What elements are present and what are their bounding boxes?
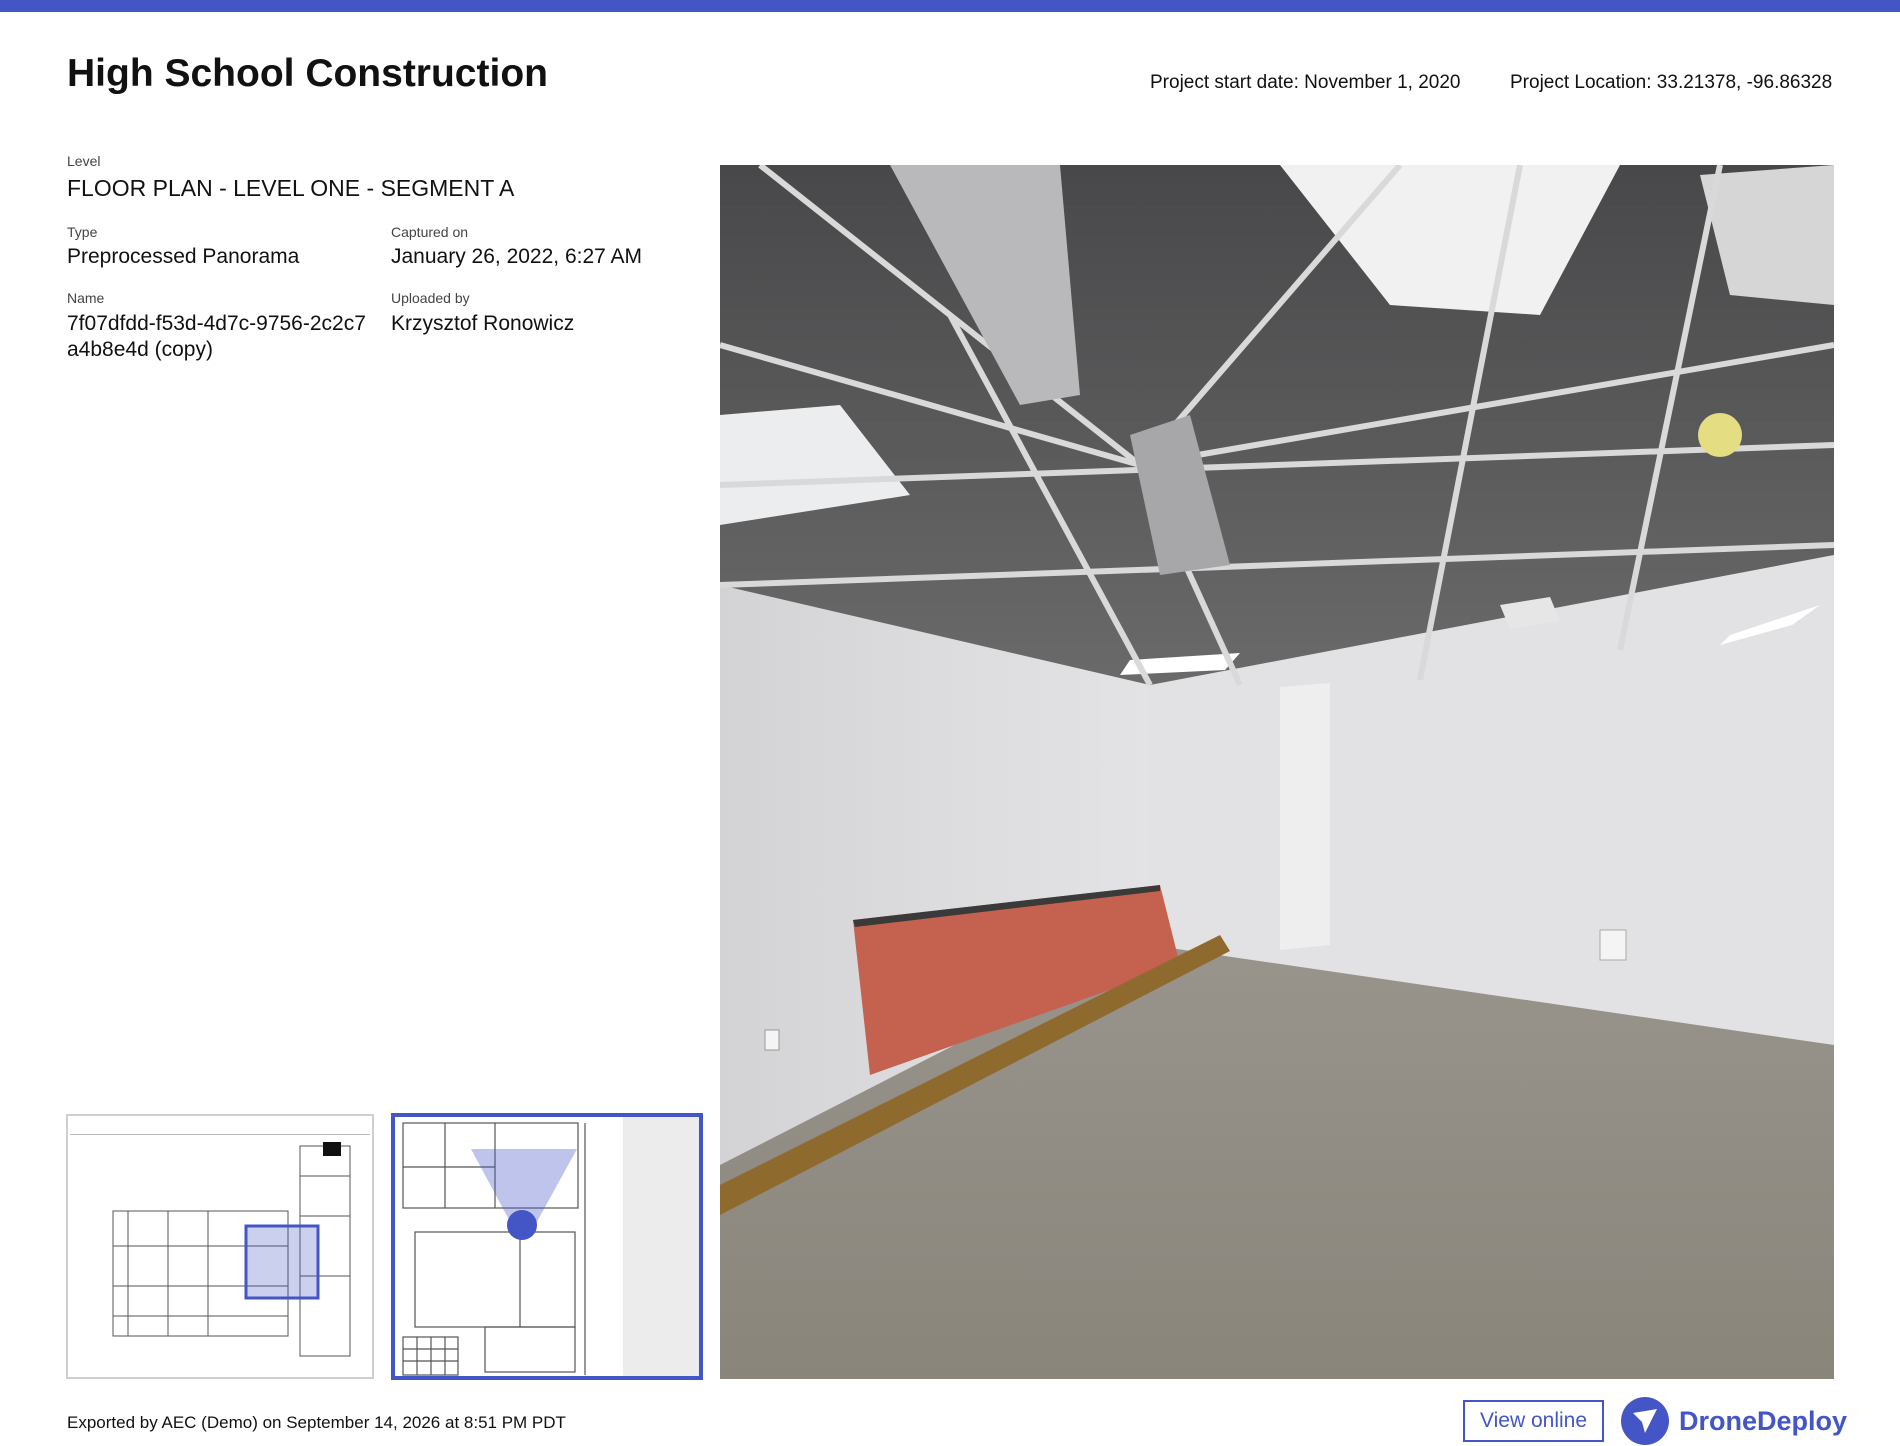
page-title: High School Construction: [67, 52, 548, 95]
type-label: Type: [67, 224, 98, 240]
location-dot-icon: [507, 1210, 537, 1240]
uploaded-label: Uploaded by: [391, 290, 470, 306]
name-label: Name: [67, 290, 105, 306]
top-accent-bar: [0, 0, 1900, 12]
captured-label: Captured on: [391, 224, 469, 240]
brand-logo[interactable]: DroneDeploy: [1621, 1396, 1847, 1446]
captured-value: January 26, 2022, 6:27 AM: [391, 245, 643, 268]
dronedeploy-logo-icon: [1621, 1397, 1669, 1445]
name-value: 7f07dfdd-f53d-4d7c-9756-2c2c7a4b8e4d (co…: [67, 312, 366, 361]
project-start-date: Project start date: November 1, 2020: [1150, 72, 1461, 93]
level-label: Level: [67, 153, 101, 169]
uploaded-value: Krzysztof Ronowicz: [391, 312, 575, 335]
panorama-image: [720, 165, 1834, 1379]
view-online-button[interactable]: View online: [1463, 1400, 1604, 1442]
floor-plan-overview[interactable]: [66, 1114, 374, 1379]
project-location: Project Location: 33.21378, -96.86328: [1510, 72, 1833, 93]
level-value: FLOOR PLAN - LEVEL ONE - SEGMENT A: [67, 175, 515, 201]
export-info: Exported by AEC (Demo) on September 14, …: [67, 1413, 566, 1432]
floor-plan-detail[interactable]: [391, 1113, 703, 1380]
type-value: Preprocessed Panorama: [67, 245, 300, 268]
brand-name: DroneDeploy: [1679, 1405, 1848, 1436]
